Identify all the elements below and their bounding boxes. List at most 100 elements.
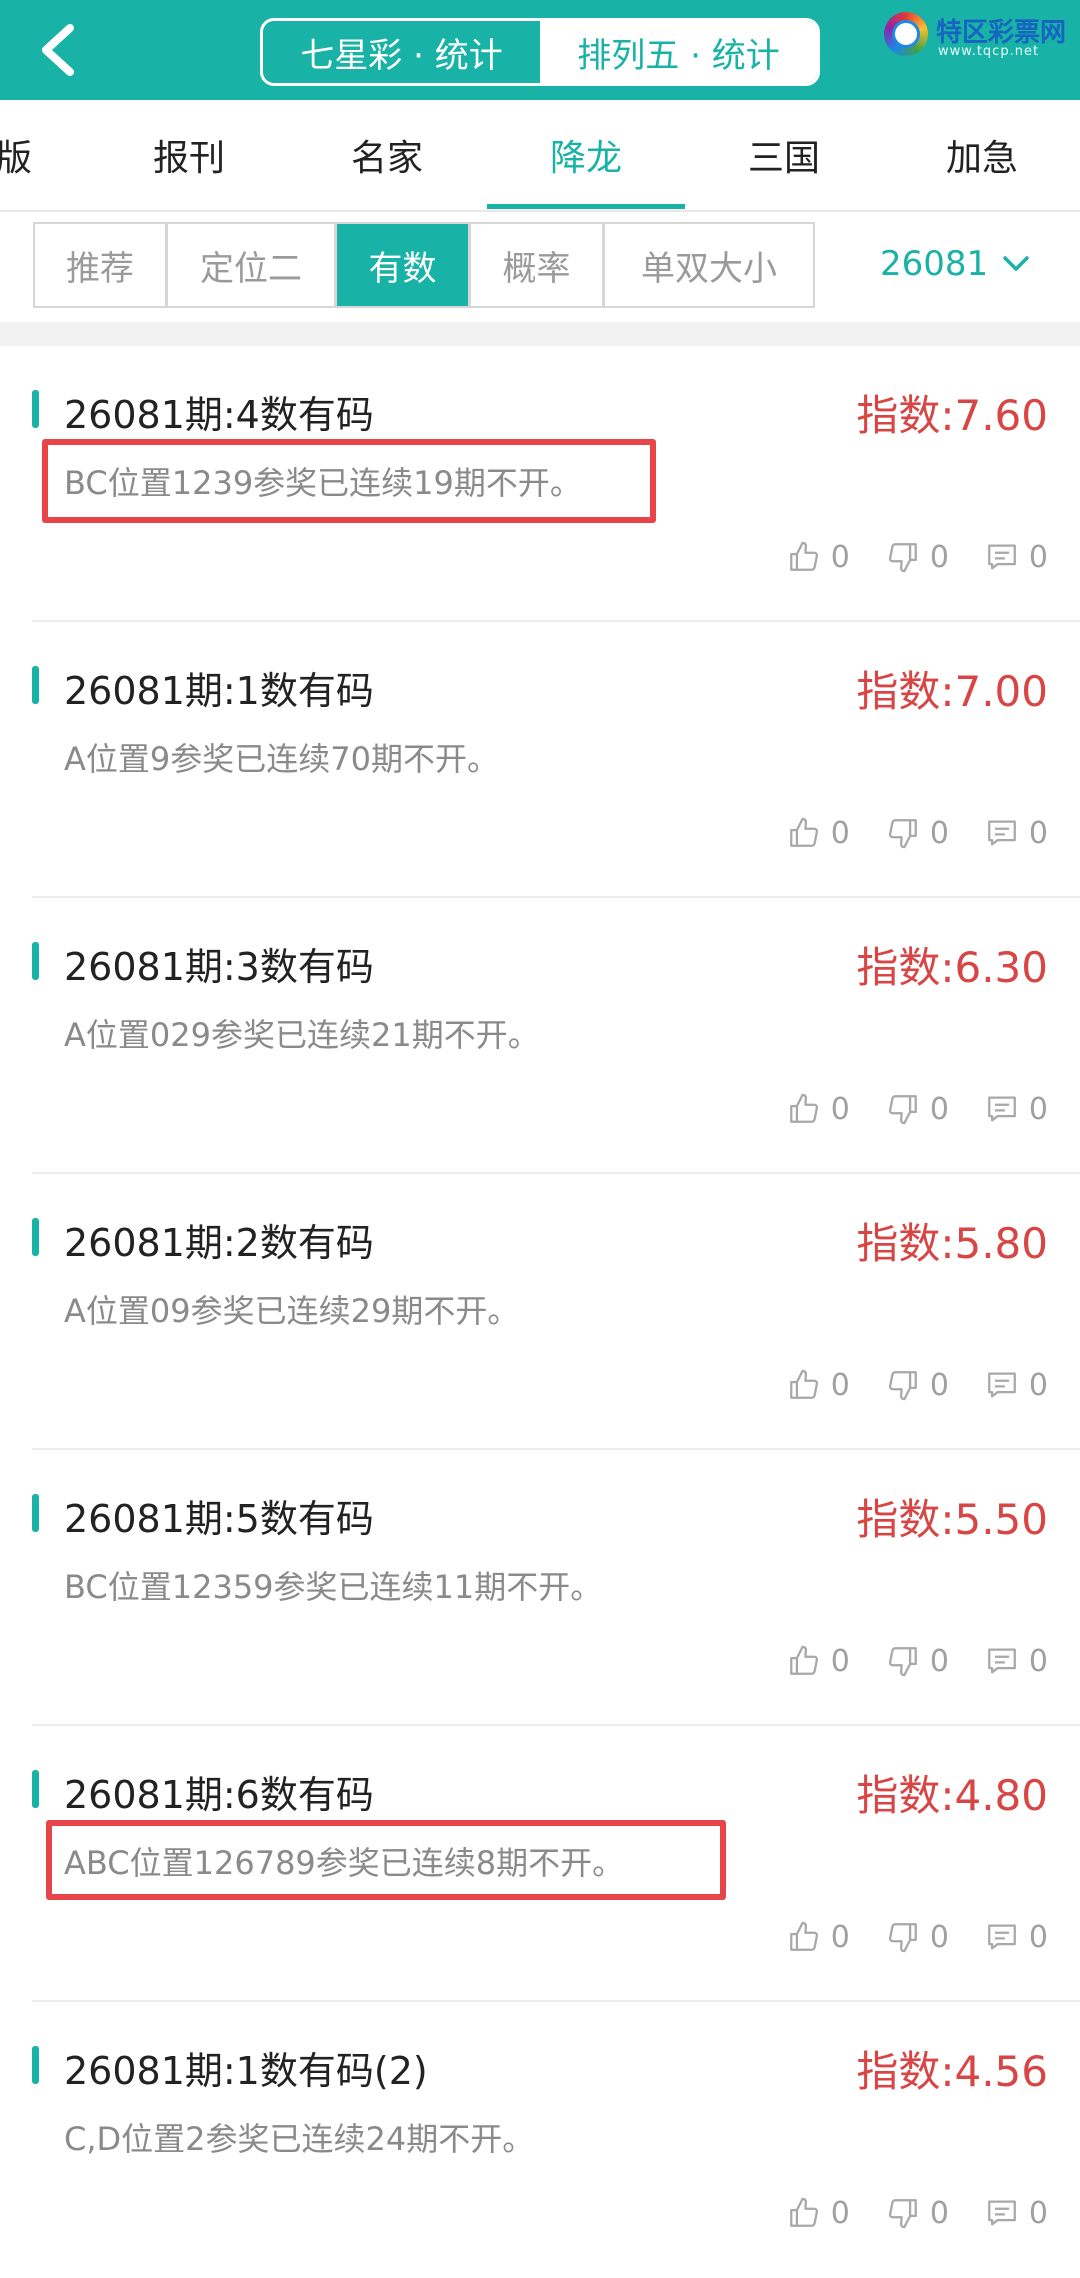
- like-button[interactable]: 0: [787, 1092, 850, 1127]
- like-count: 0: [830, 1091, 850, 1127]
- comment-button[interactable]: 0: [985, 1368, 1048, 1403]
- dislike-button[interactable]: 0: [886, 1368, 949, 1403]
- app-header: 七星彩 · 统计 排列五 · 统计 特区彩票网 www.tqcp.net: [0, 0, 1080, 100]
- comment-count: 0: [1028, 1367, 1048, 1403]
- active-tab-indicator: [487, 204, 685, 209]
- thumbs-down-icon: [888, 1095, 917, 1125]
- item-accent-bar: [32, 666, 39, 704]
- item-actions: 0 0 0: [751, 1636, 1048, 1686]
- tab-newspaper[interactable]: 报刊: [90, 100, 288, 210]
- item-index: 指数:4.56: [856, 2047, 1048, 2096]
- dislike-button[interactable]: 0: [886, 1644, 949, 1679]
- logo-url: www.tqcp.net: [938, 44, 1040, 59]
- dislike-count: 0: [929, 1643, 949, 1679]
- like-button[interactable]: 0: [787, 1368, 850, 1403]
- comment-icon: [988, 2200, 1016, 2226]
- filter-recommend[interactable]: 推荐: [35, 224, 168, 306]
- thumbs-down-icon: [888, 543, 917, 573]
- comment-button[interactable]: 0: [985, 1920, 1048, 1955]
- like-count: 0: [830, 815, 850, 851]
- item-accent-bar: [32, 1770, 39, 1808]
- dislike-button[interactable]: 0: [886, 1920, 949, 1955]
- tab-experts[interactable]: 名家: [288, 100, 486, 210]
- comment-icon: [988, 1096, 1016, 1122]
- thumbs-up-icon: [789, 1645, 818, 1675]
- item-actions: 0 0 0: [751, 808, 1048, 858]
- item-index: 指数:5.50: [856, 1495, 1048, 1544]
- item-accent-bar: [32, 2046, 39, 2084]
- comment-button[interactable]: 0: [985, 1092, 1048, 1127]
- tab-jianglong[interactable]: 降龙: [487, 100, 685, 210]
- filter-bar: 推荐 定位二 有数 概率 单双大小 26081: [0, 212, 1080, 322]
- segment-pailiewu[interactable]: 排列五 · 统计: [540, 21, 817, 83]
- filter-probability[interactable]: 概率: [471, 224, 605, 306]
- thumbs-up-icon: [789, 1921, 818, 1951]
- like-count: 0: [830, 1367, 850, 1403]
- filter-has-number[interactable]: 有数: [337, 224, 471, 306]
- dislike-button[interactable]: 0: [886, 816, 949, 851]
- comment-button[interactable]: 0: [985, 816, 1048, 851]
- period-select[interactable]: 26081: [880, 234, 1030, 294]
- back-button[interactable]: [28, 20, 88, 80]
- item-actions: 0 0 0: [751, 1084, 1048, 1134]
- comment-button[interactable]: 0: [985, 2196, 1048, 2231]
- lottery-segmented-control: 七星彩 · 统计 排列五 · 统计: [260, 18, 820, 86]
- comment-icon: [988, 1924, 1016, 1950]
- thumbs-up-icon: [789, 541, 818, 571]
- comment-button[interactable]: 0: [985, 1644, 1048, 1679]
- item-desc: A位置9参奖已连续70期不开。: [64, 740, 499, 778]
- comment-button[interactable]: 0: [985, 540, 1048, 575]
- thumbs-up-icon: [789, 1369, 818, 1399]
- item-desc: A位置029参奖已连续21期不开。: [64, 1016, 540, 1054]
- comment-count: 0: [1028, 815, 1048, 851]
- item-desc: C,D位置2参奖已连续24期不开。: [64, 2120, 535, 2158]
- highlight-box: [42, 439, 656, 523]
- item-index: 指数:5.80: [856, 1219, 1048, 1268]
- list-item[interactable]: 26081期:3数有码 指数:6.30 A位置029参奖已连续21期不开。 0 …: [0, 898, 1080, 1174]
- dislike-button[interactable]: 0: [886, 540, 949, 575]
- tab-urgent[interactable]: 加急: [883, 100, 1080, 210]
- list-item[interactable]: 26081期:1数有码 指数:7.00 A位置9参奖已连续70期不开。 0 0 …: [0, 622, 1080, 898]
- item-title: 26081期:4数有码: [64, 393, 374, 437]
- highlight-box: [46, 1820, 726, 1900]
- dislike-count: 0: [929, 2195, 949, 2231]
- comment-icon: [988, 544, 1016, 570]
- thumbs-up-icon: [789, 1093, 818, 1123]
- item-title: 26081期:1数有码(2): [64, 2049, 428, 2093]
- list-item[interactable]: 26081期:2数有码 指数:5.80 A位置09参奖已连续29期不开。 0 0…: [0, 1174, 1080, 1450]
- list-item[interactable]: 26081期:4数有码 指数:7.60 BC位置1239参奖已连续19期不开。 …: [0, 346, 1080, 622]
- site-logo: 特区彩票网 www.tqcp.net: [876, 6, 1076, 68]
- like-button[interactable]: 0: [787, 540, 850, 575]
- dislike-count: 0: [929, 1919, 949, 1955]
- list-item[interactable]: 26081期:5数有码 指数:5.50 BC位置12359参奖已连续11期不开。…: [0, 1450, 1080, 1726]
- like-button[interactable]: 0: [787, 2196, 850, 2231]
- like-button[interactable]: 0: [787, 1644, 850, 1679]
- item-accent-bar: [32, 1494, 39, 1532]
- like-button[interactable]: 0: [787, 816, 850, 851]
- item-actions: 0 0 0: [751, 1360, 1048, 1410]
- item-desc: BC位置12359参奖已连续11期不开。: [64, 1568, 603, 1606]
- filter-position-two[interactable]: 定位二: [168, 224, 337, 306]
- item-desc: A位置09参奖已连续29期不开。: [64, 1292, 520, 1330]
- comment-icon: [988, 1648, 1016, 1674]
- comment-count: 0: [1028, 1919, 1048, 1955]
- list-item[interactable]: 26081期:1数有码(2) 指数:4.56 C,D位置2参奖已连续24期不开。…: [0, 2002, 1080, 2278]
- logo-icon: [884, 12, 928, 56]
- item-title: 26081期:5数有码: [64, 1497, 374, 1541]
- dislike-button[interactable]: 0: [886, 2196, 949, 2231]
- comment-count: 0: [1028, 1091, 1048, 1127]
- list-item[interactable]: 26081期:6数有码 指数:4.80 ABC位置126789参奖已连续8期不开…: [0, 1726, 1080, 2002]
- segment-qixingcai[interactable]: 七星彩 · 统计: [263, 21, 540, 83]
- dislike-count: 0: [929, 539, 949, 575]
- comment-icon: [988, 820, 1016, 846]
- thumbs-up-icon: [789, 817, 818, 847]
- tab-sanguo[interactable]: 三国: [685, 100, 883, 210]
- like-button[interactable]: 0: [787, 1920, 850, 1955]
- dislike-count: 0: [929, 1367, 949, 1403]
- item-actions: 0 0 0: [751, 532, 1048, 582]
- like-count: 0: [830, 539, 850, 575]
- filter-odd-even-size[interactable]: 单双大小: [605, 224, 813, 306]
- item-accent-bar: [32, 1218, 39, 1256]
- category-tabs: 版 报刊 名家 降龙 三国 加急: [0, 100, 1080, 212]
- dislike-button[interactable]: 0: [886, 1092, 949, 1127]
